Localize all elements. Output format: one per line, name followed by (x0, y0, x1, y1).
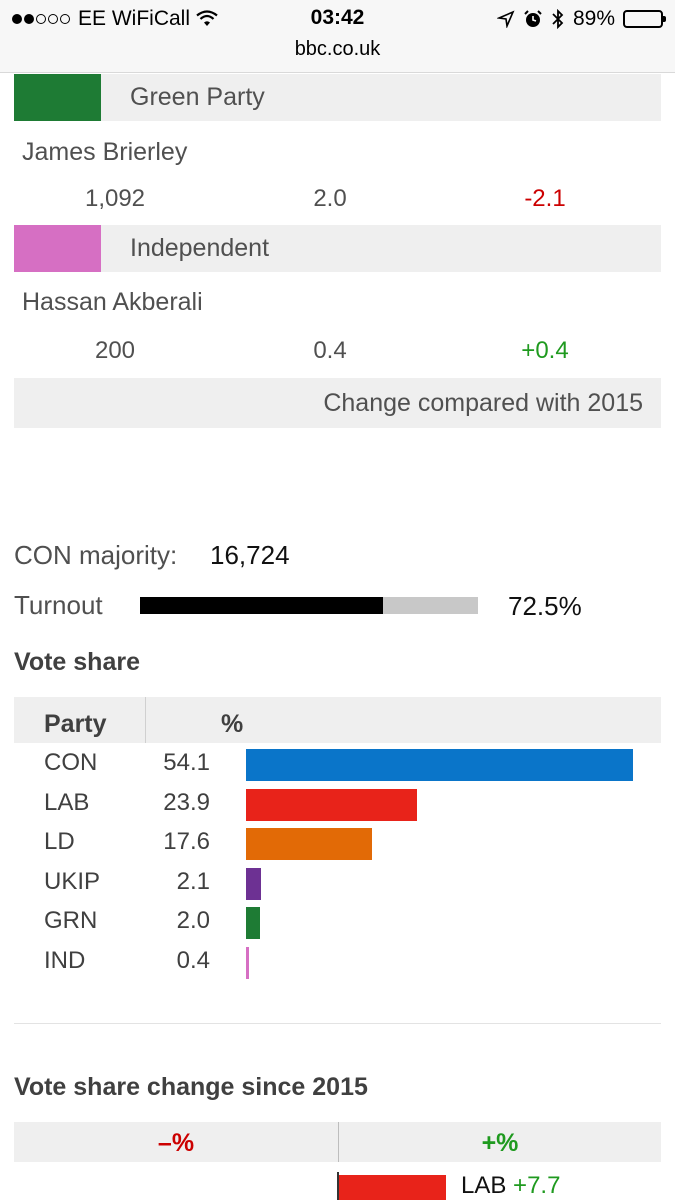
status-bar: EE WiFiCall 03:42 bbc.co.uk 89% (0, 0, 675, 73)
vote-share-bar (246, 828, 372, 861)
vote-share-header: Party % (14, 697, 661, 743)
party-label: UKIP (44, 867, 101, 895)
candidate-change: -2.1 (524, 185, 566, 212)
change-party: LAB (461, 1172, 507, 1199)
percent-value: 2.0 (176, 907, 210, 935)
candidate-change: +0.4 (521, 337, 569, 364)
party-label: LAB (44, 788, 90, 816)
header-divider (145, 697, 146, 743)
vote-share-title: Vote share (14, 648, 140, 676)
vote-share-row-grn: GRN 2.0 (14, 901, 661, 941)
party-color-swatch (14, 74, 101, 121)
change-bar-lab (339, 1175, 447, 1200)
change-label-lab: LAB +7.7 (461, 1172, 560, 1200)
candidate-name: Hassan Akberali (22, 288, 203, 316)
candidate-share: 2.0 (313, 185, 347, 212)
vote-share-row-ukip: UKIP 2.1 (14, 862, 661, 902)
party-label: CON (44, 749, 98, 776)
turnout-bar-fill (140, 597, 384, 614)
percent-value: 0.4 (176, 947, 210, 974)
status-icons: 89% (496, 7, 666, 31)
party-color-swatch (14, 225, 101, 272)
candidate-votes: 1,092 (84, 185, 146, 212)
vote-share-bar (246, 749, 633, 781)
location-arrow-icon (496, 10, 515, 28)
battery-percent: 89% (572, 7, 615, 30)
candidate-votes: 200 (94, 337, 136, 364)
party-label: LD (44, 828, 75, 856)
section-divider (14, 1023, 661, 1024)
negative-change-header: –% (157, 1129, 195, 1157)
change-note: Change compared with 2015 (323, 389, 643, 417)
vote-share-change-title: Vote share change since 2015 (14, 1073, 368, 1101)
party-label: GRN (44, 907, 98, 935)
vote-share-row-ld: LD 17.6 (14, 822, 661, 862)
candidate-share: 0.4 (313, 337, 347, 364)
party-row-green: Green Party (14, 74, 661, 121)
vote-share-row-ind: IND 0.4 (14, 941, 661, 981)
url-display[interactable]: bbc.co.uk (0, 38, 675, 61)
turnout-bar (140, 597, 478, 614)
majority-label: CON majority: (14, 540, 178, 570)
majority-value: 16,724 (210, 540, 290, 570)
battery-icon (623, 10, 666, 28)
vote-share-bar (246, 947, 249, 979)
positive-change-header: +% (481, 1129, 519, 1157)
party-name: Independent (130, 234, 270, 262)
vote-share-change-header: –% +% (14, 1122, 661, 1162)
turnout-label: Turnout (14, 590, 103, 620)
vote-share-row-lab: LAB 23.9 (14, 783, 661, 823)
party-name: Green Party (130, 83, 265, 111)
vote-share-bar (246, 788, 417, 821)
turnout-value: 72.5% (508, 591, 582, 621)
alarm-icon (524, 10, 542, 27)
percent-value: 17.6 (163, 828, 210, 856)
party-label: IND (44, 947, 86, 974)
percent-value: 2.1 (176, 867, 210, 895)
vote-share-bar (246, 907, 261, 940)
bluetooth-icon (552, 9, 564, 29)
change-value: +7.7 (513, 1172, 561, 1199)
vote-share-row-con: CON 54.1 (14, 743, 661, 783)
vote-share-bar (246, 867, 262, 900)
party-row-independent: Independent (14, 225, 661, 272)
candidate-name: James Brierley (22, 138, 188, 166)
change-note-bar: Change compared with 2015 (14, 378, 661, 428)
percent-value: 23.9 (163, 788, 210, 816)
percent-value: 54.1 (163, 749, 210, 776)
